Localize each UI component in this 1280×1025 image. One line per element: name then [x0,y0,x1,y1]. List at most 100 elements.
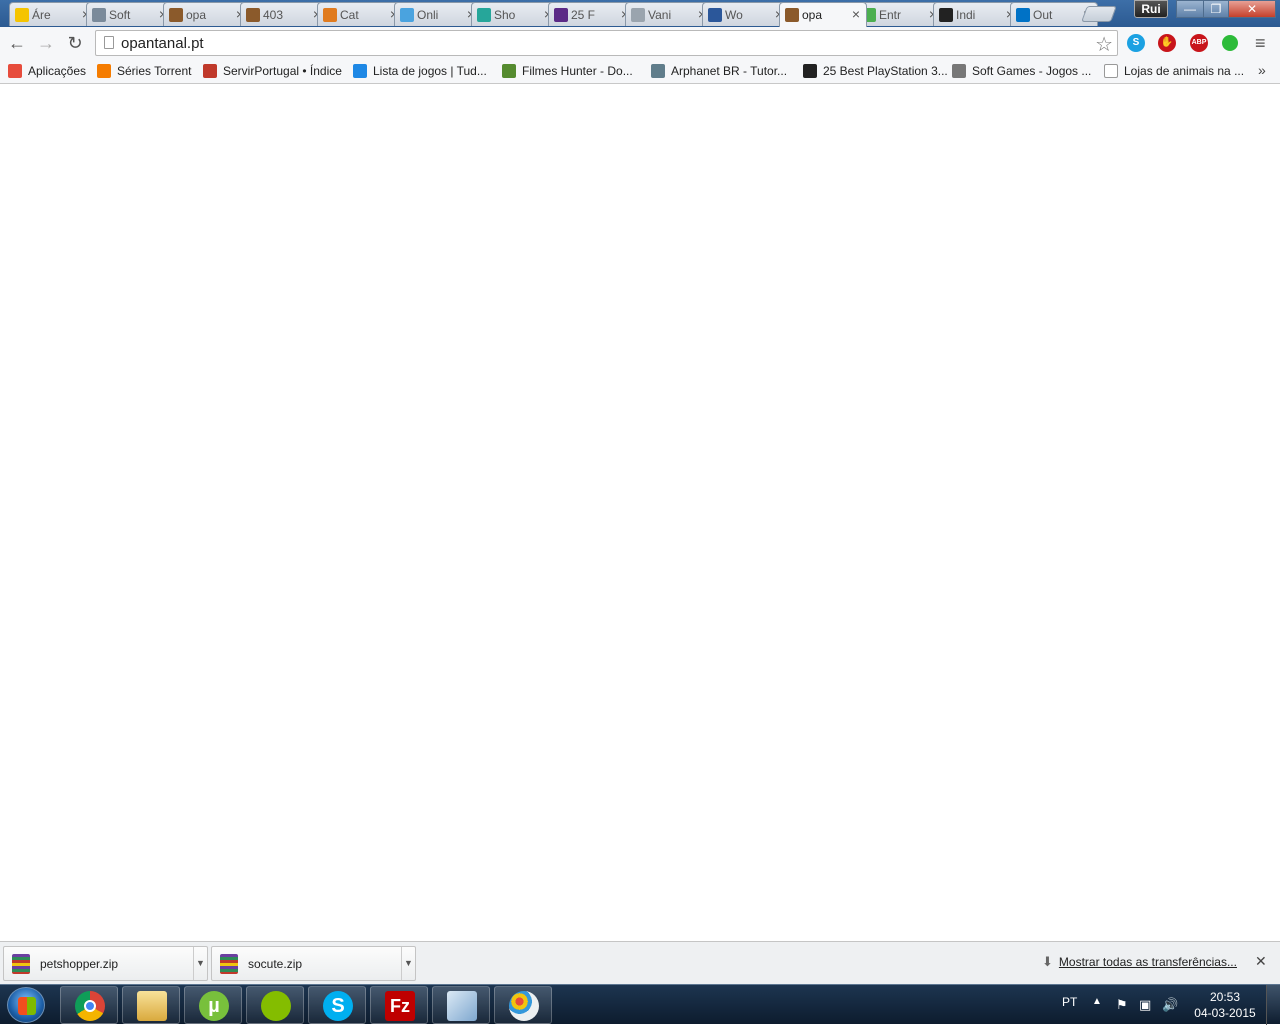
tab-favicon-icon [1016,8,1030,22]
tab-favicon-icon [554,8,568,22]
tab[interactable]: Soft× [86,2,174,26]
page-icon [104,36,114,49]
download-menu-arrow-icon[interactable]: ▼ [401,947,415,980]
bookmark-item[interactable]: Filmes Hunter - Do... [502,62,633,80]
bookmark-star-icon[interactable]: ☆ [1095,32,1113,57]
url-text[interactable]: opantanal.pt [121,35,204,52]
skype-extension-icon[interactable]: S [1127,34,1145,52]
taskbar-utorrent[interactable]: µ [184,986,242,1024]
tab[interactable]: Áre× [9,2,97,26]
tab-label: Onli [417,7,439,22]
show-all-downloads-link[interactable]: Mostrar todas as transferências... [1059,955,1237,969]
bookmark-favicon-icon [651,64,665,78]
tab[interactable]: Vani× [625,2,713,26]
tab[interactable]: Entr× [856,2,944,26]
tab-label: opa [802,8,823,22]
close-shelf-icon[interactable]: ✕ [1255,953,1267,970]
tab-favicon-icon [785,8,799,22]
bookmark-favicon-icon [952,64,966,78]
tab[interactable]: Cat× [317,2,405,26]
bookmark-item[interactable]: 25 Best PlayStation 3... [803,62,948,80]
bookmarks-bar: Aplicações Séries Torrent ServirPortugal •… [0,58,1280,84]
skype-icon: S [323,991,353,1021]
whatsapp-extension-icon[interactable] [1222,35,1238,51]
tab[interactable]: 403× [240,2,328,26]
bookmark-item[interactable]: Soft Games - Jogos ... [952,62,1091,80]
tab-favicon-icon [477,8,491,22]
reload-icon[interactable]: ↻ [64,32,86,54]
tab-favicon-icon [323,8,337,22]
tab-label: Sho [494,7,516,22]
spotify-icon [261,991,291,1021]
utorrent-icon: µ [199,991,229,1021]
download-item[interactable]: socute.zip ▼ [211,946,416,981]
bookmark-label: Arphanet BR - Tutor... [671,64,788,78]
tab-label: Cat [340,7,359,22]
tab-label: Wo [725,7,743,22]
taskbar-skype[interactable]: S [308,986,366,1024]
show-hidden-icons-icon[interactable]: ▲ [1092,996,1102,1007]
download-item[interactable]: petshopper.zip ▼ [3,946,208,981]
tab[interactable]: opa × [779,2,867,27]
clock-time[interactable]: 20:53 [1196,990,1254,1004]
bookmark-item[interactable]: Aplicações [8,62,86,80]
clock-date[interactable]: 04-03-2015 [1192,1006,1258,1020]
page-content [0,85,1280,941]
taskbar-filezilla[interactable]: Fz [370,986,428,1024]
bookmark-label: Lojas de animais na ... [1124,64,1245,78]
download-arrow-icon: ⬇ [1042,954,1053,969]
tab[interactable]: Sho× [471,2,559,26]
bookmark-item[interactable]: Lista de jogos | Tud... [353,62,487,80]
adblock-plus-icon[interactable]: ABP [1190,34,1208,52]
tab[interactable]: opa× [163,2,251,26]
start-button[interactable] [7,987,45,1023]
taskbar-explorer[interactable] [122,986,180,1024]
volume-icon[interactable]: 🔊 [1162,997,1178,1012]
profile-button[interactable]: Rui [1134,0,1168,18]
menu-icon[interactable]: ≡ [1255,33,1266,54]
tab-favicon-icon [15,8,29,22]
download-filename: petshopper.zip [40,956,119,971]
tab-close-icon[interactable]: × [852,6,860,22]
taskbar-spotify[interactable] [246,986,304,1024]
bookmark-item[interactable]: Séries Torrent [97,62,191,80]
tab[interactable]: Wo× [702,2,790,26]
new-tab-button[interactable] [1081,6,1117,22]
tab[interactable]: Onli× [394,2,482,26]
tab-label: Soft [109,7,131,22]
forward-arrow-icon[interactable]: → [35,32,57,54]
close-window-button[interactable]: ✕ [1228,0,1276,18]
tab-label: 403 [263,7,284,22]
chrome-icon [75,991,105,1021]
back-arrow-icon[interactable]: ← [6,32,28,54]
explorer-icon [137,991,167,1021]
action-center-flag-icon[interactable]: ⚑ [1116,997,1130,1012]
minimize-button[interactable]: — [1176,0,1204,18]
tab-favicon-icon [400,8,414,22]
network-icon[interactable]: ▣ [1139,997,1153,1012]
taskbar-chrome[interactable] [60,986,118,1024]
bookmark-item[interactable]: Lojas de animais na ... [1104,62,1244,80]
show-all-downloads[interactable]: ⬇ Mostrar todas as transferências... [1042,954,1237,970]
tab-label: Out [1033,7,1053,22]
taskbar: µ S Fz PT ▲ ⚑ ▣ 🔊 20:53 04-03-2015 [0,984,1280,1025]
block-extension-icon[interactable]: ✋ [1158,34,1176,52]
bookmark-favicon-icon [8,64,22,78]
bookmark-label: 25 Best PlayStation 3... [823,64,948,78]
tab-label: Indi [956,7,976,22]
tab-favicon-icon [939,8,953,22]
bookmark-item[interactable]: Arphanet BR - Tutor... [651,62,787,80]
taskbar-app[interactable] [432,986,490,1024]
tab[interactable]: 25 F× [548,2,636,26]
bookmark-favicon-icon [353,64,367,78]
maximize-button[interactable]: ❐ [1203,0,1229,18]
bookmark-label: Filmes Hunter - Do... [522,64,633,78]
download-menu-arrow-icon[interactable]: ▼ [193,947,207,980]
address-bar[interactable]: opantanal.pt ☆ [95,30,1118,56]
bookmarks-more-icon[interactable]: » [1258,62,1266,78]
tab[interactable]: Indi× [933,2,1021,26]
language-indicator[interactable]: PT [1062,995,1077,1009]
show-desktop-button[interactable] [1266,985,1280,1025]
bookmark-item[interactable]: ServirPortugal • Índice [203,62,342,80]
taskbar-paint[interactable] [494,986,552,1024]
